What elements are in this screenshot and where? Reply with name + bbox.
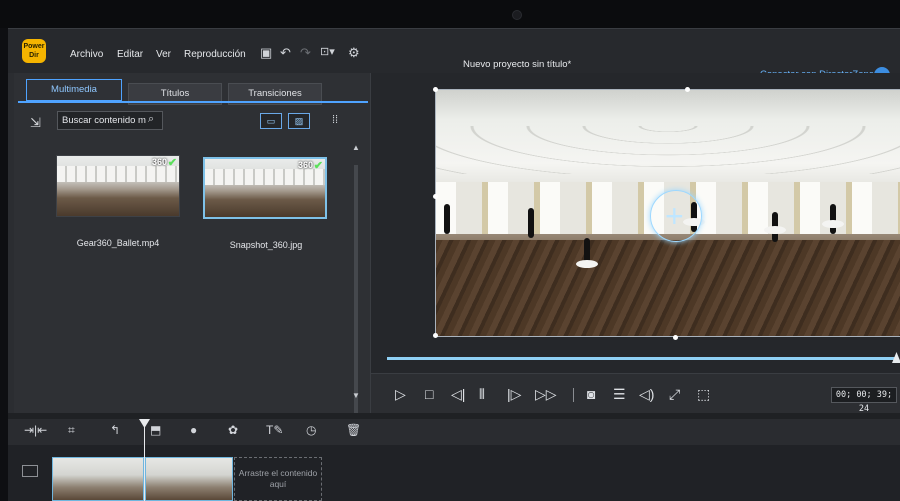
snapshot-icon[interactable]: ◙ [587,386,595,402]
timeline-panel: ⇥|⇤ ⌗ ↰ ⬒ ● ✿ T✎ ◷ 🗑 Arrastre el conteni… [8,419,900,501]
in-use-check-icon: ✔ [167,157,177,169]
menu-editar[interactable]: Editar [117,49,143,60]
screen-bezel [0,0,900,28]
next-frame-icon[interactable]: |▷ [507,386,521,403]
timeline-playhead[interactable] [144,419,145,501]
resize-handle[interactable] [673,335,678,340]
stop-icon[interactable]: □ [425,386,433,402]
controls-separator [573,388,574,402]
dancer-tutu [764,226,786,234]
settings-icon[interactable]: ⚙ [348,45,360,61]
video-preview-360[interactable]: + [435,89,900,337]
crop-icon[interactable]: ⌗ [68,423,75,438]
playhead-handle[interactable] [139,419,150,428]
menu-archivo[interactable]: Archivo [70,49,103,60]
resize-handle[interactable] [433,87,438,92]
playback-progress-bar[interactable] [387,357,897,360]
timeline-clip[interactable] [52,457,144,501]
media-thumbnail-snapshot-360[interactable]: 360 ✔ [203,157,327,219]
media-label: Snapshot_360.jpg [229,240,303,250]
fullscreen-icon[interactable]: ⤢ [669,386,680,403]
redo-icon[interactable]: ↷ [300,45,311,61]
dancer [830,204,836,234]
media-label: Gear360_Ballet.mp4 [76,238,160,248]
undo-icon[interactable]: ↶ [280,45,291,61]
media-library-panel: Multimedia Títulos Transiciones ⇲ ⌕ ▭ ▨ … [14,73,370,413]
delete-icon[interactable]: 🗑 [346,423,361,437]
dancer-tutu [822,220,844,228]
duration-icon[interactable]: ◷ [306,423,316,437]
save-icon[interactable]: ▣ [260,45,272,61]
dancer-tutu [576,260,598,268]
library-scrollbar[interactable] [354,165,358,413]
menu-reproduccion[interactable]: Reproducción [184,49,246,60]
project-title: Nuevo proyecto sin título* [463,59,572,70]
app-logo: Power Dir [22,39,46,63]
dancer [528,208,534,238]
resize-handle[interactable] [685,87,690,92]
thumbnail-image [57,166,179,182]
fit-timeline-icon[interactable]: ⇥|⇤ [24,423,47,437]
play-icon[interactable]: ▷ [395,386,406,403]
search-icon[interactable]: ⌕ [148,113,154,126]
grid-view-icon[interactable]: ⁞⁞ [332,114,338,126]
scroll-down-arrow[interactable]: ▼ [352,391,360,400]
video-track: Arrastre el contenido aquí [8,445,900,501]
wooden-floor [436,240,900,336]
filter-video-icon[interactable]: ▭ [260,113,282,129]
ceiling-arches [436,126,900,174]
badge-360: 360 [151,157,167,167]
subtitles-icon[interactable]: ☰ [613,386,626,403]
tab-multimedia[interactable]: Multimedia [26,79,122,101]
volume-icon[interactable]: ◁) [639,386,654,403]
timeline-clip[interactable] [145,457,233,501]
360-view-crosshair: + [665,198,684,234]
mask-icon[interactable]: ● [190,423,197,437]
timecode-display: 00; 00; 39; 24 [831,387,897,414]
prev-frame-icon[interactable]: ◁| [451,386,465,403]
resize-handle[interactable] [433,194,438,199]
rotate-icon[interactable]: ↰ [110,423,120,437]
title-icon[interactable]: T✎ [266,423,283,437]
track-video-icon [22,465,38,477]
undock-icon[interactable]: ⬚ [697,386,710,403]
menu-bar: Power Dir Archivo Editar Ver Reproducció… [8,29,900,73]
thumbnail-image [205,169,325,185]
app-window: Power Dir Archivo Editar Ver Reproducció… [8,28,900,501]
edit-image-icon[interactable]: ⬒ [150,423,161,437]
webcam [512,10,522,20]
in-use-check-icon: ✔ [313,160,323,172]
fast-forward-icon[interactable]: ▷▷ [535,386,557,403]
drop-zone[interactable]: Arrastre el contenido aquí [234,457,322,501]
badge-360: 360 [297,160,313,170]
resize-handle[interactable] [433,333,438,338]
playback-controls: ▷ □ ◁| ⫴ |▷ ▷▷ ◙ ☰ ◁) ⤢ ⬚ 00; 00; 39; 24 [371,373,900,414]
tab-underline [18,101,368,103]
scroll-up-arrow[interactable]: ▲ [352,143,360,152]
import-media-icon[interactable]: ⇲ [30,115,41,131]
filter-image-icon[interactable]: ▨ [288,113,310,129]
split-icon[interactable]: ⫴ [479,386,485,403]
aspect-ratio-icon[interactable]: ⊡▾ [320,45,335,58]
menu-ver[interactable]: Ver [156,49,171,60]
effects-icon[interactable]: ✿ [228,423,238,437]
dancer [444,204,450,234]
preview-panel: + ▷ □ ◁| ⫴ |▷ ▷▷ ◙ ☰ ◁) ⤢ ⬚ 00; 00; 39; … [370,73,900,414]
media-thumbnail-gear360-ballet[interactable]: 360 ✔ [56,155,180,217]
